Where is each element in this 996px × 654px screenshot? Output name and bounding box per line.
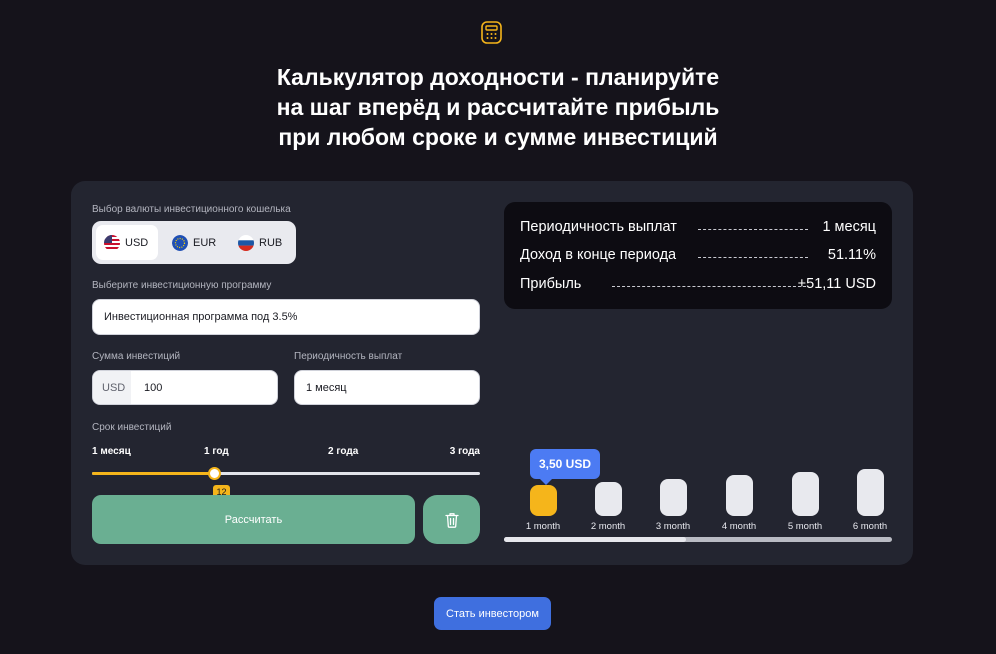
month-label: 4 month — [721, 521, 757, 532]
dotted-leader — [698, 229, 808, 230]
term-tick: 1 месяц — [92, 446, 131, 457]
summary-value: 1 месяц — [822, 219, 876, 235]
summary-key: Периодичность выплат — [520, 219, 677, 235]
summary-value: 51.11% — [827, 247, 876, 263]
currency-usd-button[interactable]: USD — [96, 225, 158, 260]
term-tick: 3 года — [449, 446, 480, 457]
summary-row: Прибыль +51,11 USD — [520, 276, 876, 296]
month-bar-5[interactable] — [792, 472, 819, 516]
currency-label: Выбор валюты инвестиционного кошелька — [92, 204, 291, 215]
currency-rub-label: RUB — [259, 236, 283, 249]
month-bar-1[interactable] — [530, 485, 557, 516]
currency-usd-label: USD — [125, 236, 149, 249]
program-select[interactable]: Инвестиционная программа под 3.5% — [92, 299, 480, 335]
month-label: 3 month — [655, 521, 691, 532]
calculator-icon — [481, 21, 502, 44]
become-investor-button[interactable]: Стать инвестором — [434, 597, 551, 630]
results-summary: Периодичность выплат 1 месяц Доход в кон… — [504, 202, 892, 309]
term-label: Срок инвестиций — [92, 422, 172, 433]
term-tick: 1 год — [204, 446, 229, 457]
currency-eur-button[interactable]: EUR — [164, 225, 224, 260]
chart-scrollbar-thumb[interactable] — [504, 537, 686, 542]
eu-flag-icon — [172, 234, 188, 251]
ru-flag-icon — [238, 234, 254, 251]
month-bar-6[interactable] — [857, 469, 884, 516]
month-label: 2 month — [590, 521, 626, 532]
program-label: Выберите инвестиционную программу — [92, 280, 272, 291]
month-label: 5 month — [787, 521, 823, 532]
month-label: 1 month — [525, 521, 561, 532]
amount-input[interactable]: USD 100 — [92, 370, 278, 405]
currency-rub-button[interactable]: RUB — [230, 225, 290, 260]
reset-button[interactable] — [423, 495, 480, 544]
summary-key: Прибыль — [520, 276, 582, 292]
currency-switcher: USD EUR RUB — [92, 221, 296, 264]
currency-eur-label: EUR — [193, 236, 217, 249]
program-value: Инвестиционная программа под 3.5% — [104, 311, 298, 323]
term-slider-fill — [92, 472, 214, 475]
term-tick-labels: 1 месяц 1 год 2 года 3 года — [92, 446, 480, 460]
us-flag-icon — [104, 234, 120, 251]
amount-currency-prefix: USD — [93, 371, 131, 404]
summary-row: Периодичность выплат 1 месяц — [520, 219, 876, 239]
trash-icon — [444, 512, 459, 528]
term-slider[interactable] — [92, 467, 480, 480]
term-tick: 2 года — [328, 446, 359, 457]
dotted-leader — [612, 286, 806, 287]
month-label: 6 month — [852, 521, 888, 532]
summary-row: Доход в конце периода 51.11% — [520, 247, 876, 267]
month-bar-2[interactable] — [595, 482, 622, 516]
calculate-button[interactable]: Рассчитать — [92, 495, 415, 544]
frequency-label: Периодичность выплат — [294, 351, 403, 362]
frequency-value: 1 месяц — [306, 381, 347, 394]
month-bar-4[interactable] — [726, 475, 753, 516]
dotted-leader — [698, 257, 808, 258]
summary-key: Доход в конце периода — [520, 247, 677, 263]
month-bar-3[interactable] — [660, 479, 687, 516]
amount-label: Сумма инвестиций — [92, 351, 181, 362]
chart-scrollbar[interactable] — [504, 537, 892, 542]
amount-value: 100 — [144, 381, 163, 394]
chart-tooltip: 3,50 USD — [530, 449, 600, 485]
page-title: Калькулятор доходности - планируйте на ш… — [276, 64, 720, 150]
term-slider-handle[interactable] — [208, 467, 221, 480]
summary-value: +51,11 USD — [797, 276, 876, 292]
frequency-select[interactable]: 1 месяц — [294, 370, 480, 405]
calculator-panel: Выбор валюты инвестиционного кошелька US… — [71, 181, 913, 565]
